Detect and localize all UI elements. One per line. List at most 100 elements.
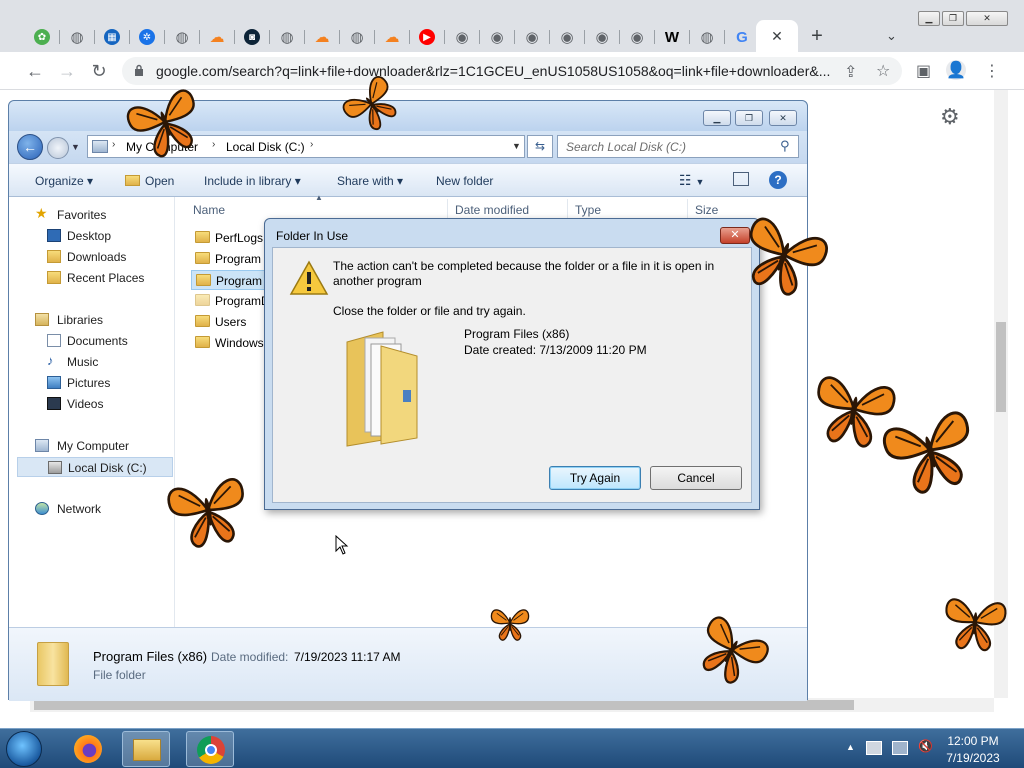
search-icon[interactable]: ⚲: [780, 138, 790, 154]
breadcrumb-chevron-icon[interactable]: ›: [310, 139, 313, 150]
breadcrumb-my-computer[interactable]: My Computer: [126, 140, 198, 154]
column-date[interactable]: Date modified: [455, 203, 529, 217]
close-window-button[interactable]: ✕: [966, 11, 1008, 26]
new-folder-button[interactable]: New folder: [436, 174, 493, 188]
tab-7[interactable]: ◙: [236, 24, 268, 50]
address-dropdown-icon[interactable]: ▼: [512, 141, 521, 151]
tab-11[interactable]: ☁: [376, 24, 408, 50]
nav-pictures[interactable]: Pictures: [9, 373, 175, 393]
help-icon[interactable]: ?: [769, 171, 787, 189]
tab-14[interactable]: ◉: [481, 24, 513, 50]
google-icon: G: [736, 28, 748, 46]
nav-videos[interactable]: Videos: [9, 394, 175, 414]
close-button[interactable]: ✕: [769, 110, 797, 126]
forward-arrow-icon[interactable]: [47, 137, 69, 159]
profile-avatar-icon[interactable]: 👤: [946, 60, 966, 80]
clock-time[interactable]: 12:00 PM: [940, 734, 1006, 748]
breadcrumb-chevron-icon[interactable]: ›: [212, 139, 215, 150]
restore-button[interactable]: ❐: [735, 110, 763, 126]
tab-18[interactable]: ◉: [621, 24, 653, 50]
minimize-button[interactable]: ▁: [918, 11, 940, 26]
tab-active[interactable]: ✕: [756, 20, 798, 52]
menu-dots-icon[interactable]: ⋮: [984, 61, 1000, 81]
tab-2[interactable]: ◍: [61, 24, 93, 50]
tab-separator: [619, 30, 620, 44]
explorer-taskbar-icon[interactable]: [122, 731, 170, 767]
dialog-close-button[interactable]: ✕: [720, 227, 750, 244]
share-with-button[interactable]: Share with ▾: [337, 174, 403, 188]
scrollbar-thumb[interactable]: [996, 322, 1006, 412]
refresh-icon[interactable]: ⇆: [527, 135, 553, 158]
tab-9[interactable]: ☁: [306, 24, 338, 50]
scrollbar-thumb[interactable]: [34, 700, 854, 710]
try-again-button[interactable]: Try Again: [549, 466, 641, 490]
nav-my-computer[interactable]: My Computer: [9, 436, 175, 456]
url-text[interactable]: google.com/search?q=link+file+downloader…: [156, 63, 836, 79]
cancel-button[interactable]: Cancel: [650, 466, 742, 490]
nav-network[interactable]: Network: [9, 499, 175, 519]
nav-local-disk-selected[interactable]: Local Disk (C:): [17, 457, 173, 477]
minimize-button[interactable]: ▁: [703, 110, 731, 126]
chrome-taskbar-icon[interactable]: [186, 731, 234, 767]
tab-10[interactable]: ◍: [341, 24, 373, 50]
chrome-icon: ◉: [490, 29, 504, 46]
close-tab-icon[interactable]: ✕: [771, 28, 783, 45]
vertical-scrollbar[interactable]: [994, 90, 1008, 698]
back-arrow-icon[interactable]: ←: [17, 134, 43, 160]
music-icon: ♪: [47, 353, 54, 368]
network-status-icon[interactable]: [892, 741, 908, 755]
back-arrow-icon[interactable]: ←: [24, 60, 46, 82]
tab-5[interactable]: ◍: [166, 24, 198, 50]
tab-3[interactable]: ▦: [96, 24, 128, 50]
nav-libraries[interactable]: Libraries: [9, 310, 175, 330]
preview-pane-icon[interactable]: [733, 172, 749, 186]
tab-6[interactable]: ☁: [201, 24, 233, 50]
tab-12[interactable]: ▶: [411, 24, 443, 50]
breadcrumb-chevron-icon[interactable]: ›: [112, 139, 115, 150]
explorer-address-bar[interactable]: › My Computer › Local Disk (C:) › ▼: [87, 135, 525, 158]
breadcrumb-local-disk[interactable]: Local Disk (C:): [226, 140, 305, 154]
reload-icon[interactable]: ↻: [88, 60, 110, 82]
clock-date[interactable]: 7/19/2023: [940, 751, 1006, 765]
settings-gear-icon[interactable]: ⚙: [940, 104, 960, 130]
tab-21[interactable]: G: [726, 24, 758, 50]
tab-4[interactable]: ✲: [131, 24, 163, 50]
restore-button[interactable]: ❐: [942, 11, 964, 26]
tab-separator: [129, 30, 130, 44]
tab-search-chevron-icon[interactable]: ⌄: [886, 28, 897, 44]
column-name[interactable]: Name: [193, 203, 225, 217]
column-size[interactable]: Size: [695, 203, 718, 217]
tab-16[interactable]: ◉: [551, 24, 583, 50]
nav-favorites[interactable]: ★ Favorites: [9, 205, 175, 225]
tab-20[interactable]: ◍: [691, 24, 723, 50]
recent-pages-chevron-icon[interactable]: ▼: [71, 142, 80, 152]
address-bar[interactable]: google.com/search?q=link+file+downloader…: [122, 57, 902, 85]
tab-1[interactable]: ✿: [26, 24, 58, 50]
bookmark-star-icon[interactable]: ☆: [876, 61, 890, 81]
nav-music[interactable]: ♪ Music: [9, 352, 175, 372]
volume-muted-icon[interactable]: 🔇: [918, 739, 934, 753]
tab-8[interactable]: ◍: [271, 24, 303, 50]
firefox-taskbar-icon[interactable]: [64, 731, 112, 767]
forward-arrow-icon[interactable]: →: [56, 60, 78, 82]
open-button[interactable]: Open: [125, 174, 174, 188]
start-button-icon[interactable]: [6, 731, 42, 767]
organize-button[interactable]: Organize ▾: [35, 174, 93, 188]
tab-19[interactable]: W: [656, 24, 688, 50]
tray-expand-icon[interactable]: ▲: [846, 742, 855, 752]
nav-recent-places[interactable]: Recent Places: [9, 268, 175, 288]
tab-17[interactable]: ◉: [586, 24, 618, 50]
views-icon[interactable]: ☷ ▼: [679, 172, 704, 189]
action-center-flag-icon[interactable]: [866, 741, 882, 755]
explorer-search-input[interactable]: Search Local Disk (C:) ⚲: [557, 135, 799, 158]
nav-documents[interactable]: Documents: [9, 331, 175, 351]
column-type[interactable]: Type: [575, 203, 601, 217]
side-panel-icon[interactable]: ▣: [916, 61, 931, 81]
tab-13[interactable]: ◉: [446, 24, 478, 50]
nav-downloads[interactable]: Downloads: [9, 247, 175, 267]
nav-desktop[interactable]: Desktop: [9, 226, 175, 246]
tab-15[interactable]: ◉: [516, 24, 548, 50]
new-tab-button[interactable]: +: [806, 26, 828, 48]
include-in-library-button[interactable]: Include in library ▾: [204, 174, 301, 188]
share-icon[interactable]: ⇪: [844, 62, 857, 82]
